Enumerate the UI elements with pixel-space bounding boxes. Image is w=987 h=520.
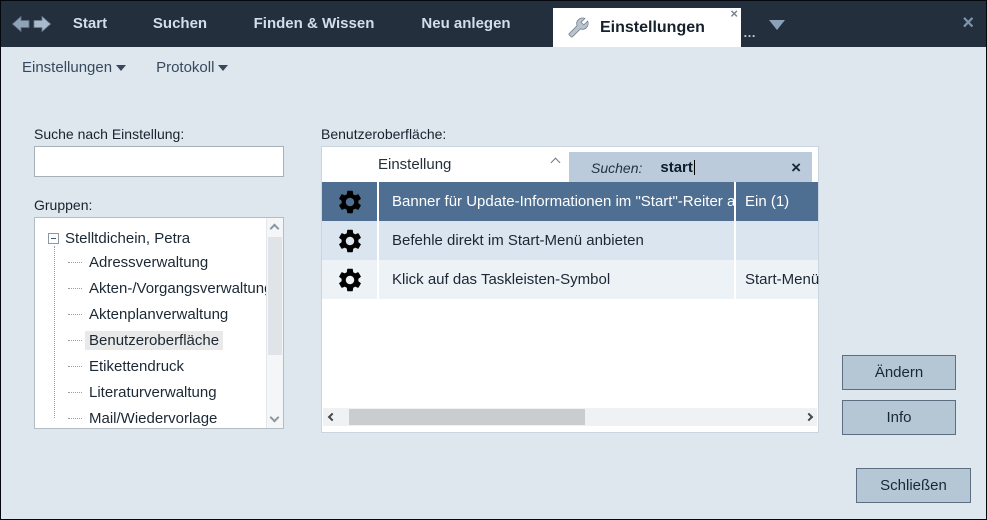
tab-neu-anlegen[interactable]: Neu anlegen <box>405 1 527 47</box>
menu-bar: Einstellungen Protokoll <box>1 47 986 87</box>
gear-icon <box>336 266 364 294</box>
menu-einstellungen-label: Einstellungen <box>22 59 112 76</box>
scrollbar-thumb[interactable] <box>349 409 585 425</box>
active-tab-label: Einstellungen <box>600 19 705 37</box>
row-value: Ein (1) <box>736 182 818 221</box>
chevron-down-icon <box>218 65 228 71</box>
tab-einstellungen-active[interactable]: Einstellungen × <box>553 8 741 47</box>
table-search-value[interactable]: start <box>660 159 693 176</box>
tree-item-benutzeroberflaeche[interactable]: Benutzeroberfläche <box>68 328 223 352</box>
text-cursor <box>694 160 695 175</box>
row-value: Start-Menü <box>736 260 819 299</box>
history-navigation <box>11 15 52 33</box>
groups-tree: Stelltdichein, Petra Adressverwaltung Ak… <box>34 217 284 429</box>
settings-window: Start Suchen Finden & Wissen Neu anlegen… <box>0 0 987 520</box>
tree-item-etikettendruck[interactable]: Etikettendruck <box>68 354 188 378</box>
menu-protokoll-label: Protokoll <box>156 59 214 76</box>
tree-vertical-scrollbar[interactable] <box>266 218 283 428</box>
forward-arrow-icon[interactable] <box>33 15 52 33</box>
table-row-taskleisten-symbol[interactable]: Klick auf das Taskleisten-Symbol Start-M… <box>322 260 818 299</box>
tree-item-aktenplanverwaltung[interactable]: Aktenplanverwaltung <box>68 302 232 326</box>
groups-label: Gruppen: <box>34 197 92 213</box>
tree-line <box>54 246 55 418</box>
table-row-befehle-startmenu[interactable]: Befehle direkt im Start-Menü anbieten <box>322 221 818 260</box>
window-close-icon[interactable]: × <box>962 10 974 36</box>
table-search-box[interactable]: Suchen: start × <box>569 152 812 183</box>
settings-table: Einstellung Suchen: start × Banner für U… <box>321 146 819 433</box>
scroll-right-icon[interactable] <box>804 413 812 421</box>
info-button[interactable]: Info <box>842 400 956 435</box>
scroll-left-icon[interactable] <box>327 413 335 421</box>
search-clear-icon[interactable]: × <box>791 158 801 178</box>
sort-ascending-icon <box>551 158 561 168</box>
tree-root-label: Stelltdichein, Petra <box>65 230 190 247</box>
tab-finden-wissen[interactable]: Finden & Wissen <box>245 1 383 47</box>
tab-close-icon[interactable]: × <box>730 7 738 21</box>
gear-icon <box>336 188 364 216</box>
tab-start[interactable]: Start <box>59 1 121 47</box>
gear-icon <box>336 227 364 255</box>
setting-search-input[interactable] <box>34 146 284 177</box>
chevron-down-icon <box>116 65 126 71</box>
table-search-label: Suchen: <box>591 160 642 176</box>
row-label: Banner für Update-Informationen im "Star… <box>379 182 734 221</box>
table-row-banner-update[interactable]: Banner für Update-Informationen im "Star… <box>322 182 818 221</box>
tree-root-item[interactable]: Stelltdichein, Petra <box>48 226 190 250</box>
scroll-down-icon[interactable] <box>270 413 280 423</box>
column-header-einstellung[interactable]: Einstellung <box>378 147 451 182</box>
collapse-toggle-icon[interactable] <box>48 233 59 244</box>
tab-suchen[interactable]: Suchen <box>142 1 218 47</box>
table-horizontal-scrollbar[interactable] <box>323 408 817 426</box>
row-value <box>736 221 818 260</box>
chevron-down-icon[interactable] <box>769 20 785 30</box>
close-button[interactable]: Schließen <box>856 468 971 503</box>
tree-item-akten-vorgangsverwaltung[interactable]: Akten-/Vorgangsverwaltung <box>68 276 276 300</box>
menu-einstellungen[interactable]: Einstellungen <box>22 59 126 76</box>
table-title: Benutzeroberfläche: <box>321 126 446 142</box>
search-setting-label: Suche nach Einstellung: <box>34 126 184 142</box>
tab-overflow-icon[interactable]: … <box>743 25 757 40</box>
change-button[interactable]: Ändern <box>842 355 956 390</box>
menu-protokoll[interactable]: Protokoll <box>156 59 228 76</box>
wrench-icon <box>568 17 589 38</box>
row-label: Befehle direkt im Start-Menü anbieten <box>379 221 734 260</box>
back-arrow-icon[interactable] <box>11 15 30 33</box>
scrollbar-thumb[interactable] <box>268 237 282 355</box>
table-header[interactable]: Einstellung Suchen: start × <box>322 147 818 182</box>
tab-bar: Start Suchen Finden & Wissen Neu anlegen… <box>1 1 986 47</box>
tree-item-mail-wiedervorlage[interactable]: Mail/Wiedervorlage <box>68 406 221 429</box>
row-label: Klick auf das Taskleisten-Symbol <box>379 260 734 299</box>
scroll-up-icon[interactable] <box>270 224 280 234</box>
tree-item-literaturverwaltung[interactable]: Literaturverwaltung <box>68 380 221 404</box>
tree-item-adressverwaltung[interactable]: Adressverwaltung <box>68 250 212 274</box>
